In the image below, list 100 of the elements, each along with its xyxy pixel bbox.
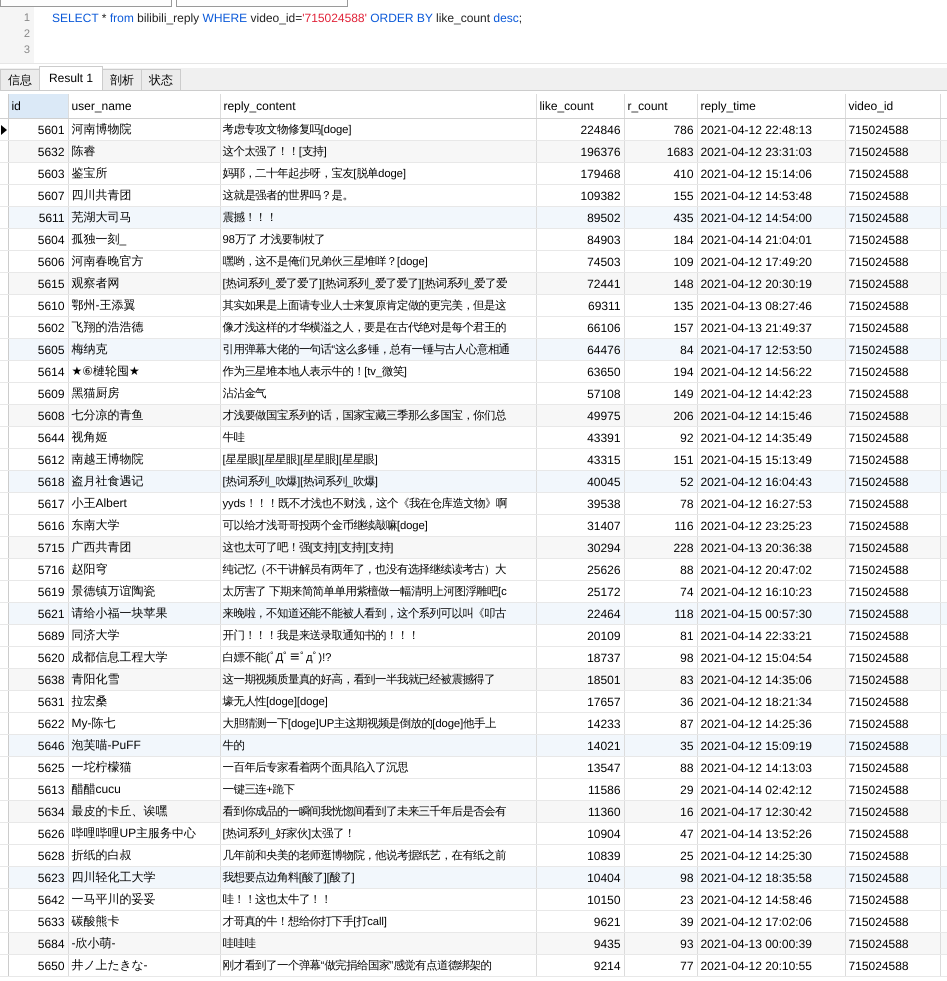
table-cell: 36 xyxy=(624,690,697,712)
column-header[interactable]: reply_content xyxy=(220,94,536,118)
line-number: 1 xyxy=(22,11,31,26)
table-cell: 七分凉的青鱼 xyxy=(68,404,220,426)
table-cell: 69311 xyxy=(536,294,624,316)
table-cell: 715024588 xyxy=(845,668,940,690)
table-cell: 18501 xyxy=(536,668,624,690)
table-cell: 10404 xyxy=(536,866,624,888)
table-cell: [热词系列_爱了爱了][热词系列_爱了爱了][热词系列_爱了爱 xyxy=(220,272,536,294)
table-cell: 2021-04-12 18:35:58 xyxy=(697,866,845,888)
toolbar-field[interactable] xyxy=(0,0,172,7)
column-header[interactable]: user_name xyxy=(68,94,220,118)
table-cell: 2021-04-12 16:04:43 xyxy=(697,470,845,492)
column-header[interactable]: r_count xyxy=(624,94,697,118)
table-cell: 5646 xyxy=(8,734,68,756)
table-cell: 118 xyxy=(624,602,697,624)
table-cell: 这个太强了！！[支持] xyxy=(220,140,536,162)
table-cell: 228 xyxy=(624,536,697,558)
table-cell: 孤独一刻_ xyxy=(68,228,220,250)
table-cell: 我想要点边角料[酸了][酸了] xyxy=(220,866,536,888)
table-cell: 看到你成品的一瞬间我恍惚间看到了未来三千年后是否会有 xyxy=(220,800,536,822)
table-cell: 715024588 xyxy=(845,932,940,954)
table-cell: 83 xyxy=(624,668,697,690)
table-cell: 715024588 xyxy=(845,140,940,162)
table-cell: 5715 xyxy=(8,536,68,558)
table-cell: 206 xyxy=(624,404,697,426)
table-cell: 10150 xyxy=(536,888,624,910)
table-cell: 视角姬 xyxy=(68,426,220,448)
result-tab[interactable]: 剖析 xyxy=(102,69,142,90)
table-cell: 22464 xyxy=(536,602,624,624)
result-tab[interactable]: 状态 xyxy=(141,69,182,90)
table-cell: 715024588 xyxy=(845,734,940,756)
table-cell: 715024588 xyxy=(845,558,940,580)
table-cell: 89502 xyxy=(536,206,624,228)
table-cell: 715024588 xyxy=(845,602,940,624)
table-cell: 2021-04-12 18:21:34 xyxy=(697,690,845,712)
table-cell: 47 xyxy=(624,822,697,844)
table-cell: 2021-04-12 14:13:03 xyxy=(697,756,845,778)
table-cell: 妈耶，二十年起步呀，宝友[脱单doge] xyxy=(220,162,536,184)
table-cell: 2021-04-14 13:52:26 xyxy=(697,822,845,844)
table-cell: 2021-04-12 14:58:46 xyxy=(697,888,845,910)
table-cell: 2021-04-12 20:30:19 xyxy=(697,272,845,294)
table-cell: 5634 xyxy=(8,800,68,822)
table-cell: 5608 xyxy=(8,404,68,426)
table-cell: 同济大学 xyxy=(68,624,220,646)
table-cell: 5631 xyxy=(8,690,68,712)
code-line[interactable]: SELECT * from bilibili_reply WHERE video_id='715024588' ORDER BY like_count desc; xyxy=(52,11,522,25)
table-cell: 715024588 xyxy=(845,360,940,382)
table-cell: 5625 xyxy=(8,756,68,778)
table-cell: 5614 xyxy=(8,360,68,382)
table-cell: 78 xyxy=(624,492,697,514)
column-header[interactable]: like_count xyxy=(536,94,624,118)
table-cell: 194 xyxy=(624,360,697,382)
table-cell: 715024588 xyxy=(845,756,940,778)
table-cell: 11360 xyxy=(536,800,624,822)
table-cell: 715024588 xyxy=(845,822,940,844)
table-cell: 13547 xyxy=(536,756,624,778)
toolbar-field[interactable] xyxy=(176,0,348,7)
table-cell: 2021-04-13 20:36:38 xyxy=(697,536,845,558)
table-cell: 5604 xyxy=(8,228,68,250)
table-cell: 5615 xyxy=(8,272,68,294)
table-cell: 小王Albert xyxy=(68,492,220,514)
column-header[interactable]: video_id xyxy=(845,94,940,118)
table-cell: 牛的 xyxy=(220,734,536,756)
table-cell: 20109 xyxy=(536,624,624,646)
table-cell: 14021 xyxy=(536,734,624,756)
table-cell: 715024588 xyxy=(845,470,940,492)
table-cell: 81 xyxy=(624,624,697,646)
table-cell: 5638 xyxy=(8,668,68,690)
table-cell: 牛哇 xyxy=(220,426,536,448)
table-cell: 5632 xyxy=(8,140,68,162)
table-cell: 715024588 xyxy=(845,888,940,910)
table-cell: 5617 xyxy=(8,492,68,514)
table-cell: 715024588 xyxy=(845,228,940,250)
table-cell: 715024588 xyxy=(845,206,940,228)
table-cell: 2021-04-12 14:15:46 xyxy=(697,404,845,426)
table-cell: 88 xyxy=(624,756,697,778)
table-cell: 四川轻化工大学 xyxy=(68,866,220,888)
table-cell: 才浅要做国宝系列的话，国家宝藏三季那么多国宝，你们总 xyxy=(220,404,536,426)
table-cell: 作为三星堆本地人表示牛的！[tv_微笑] xyxy=(220,360,536,382)
table-cell: 赵阳穹 xyxy=(68,558,220,580)
result-tab[interactable]: 信息 xyxy=(0,69,40,90)
table-cell: 5621 xyxy=(8,602,68,624)
table-cell: 2021-04-12 16:27:53 xyxy=(697,492,845,514)
column-header[interactable]: reply_time xyxy=(697,94,845,118)
table-cell: 陈睿 xyxy=(68,140,220,162)
table-cell: 715024588 xyxy=(845,954,940,976)
table-cell: 鉴宝所 xyxy=(68,162,220,184)
table-cell: 井ノ上たきな- xyxy=(68,954,220,976)
table-cell: 98 xyxy=(624,866,697,888)
table-cell: 5716 xyxy=(8,558,68,580)
table-cell: 盗月社食遇记 xyxy=(68,470,220,492)
table-cell: 2021-04-12 14:35:49 xyxy=(697,426,845,448)
table-cell: 5642 xyxy=(8,888,68,910)
table-cell: 715024588 xyxy=(845,338,940,360)
table-cell: 引用弹幕大佬的一句话“这么多锤，总有一锤与古人心意相通 xyxy=(220,338,536,360)
column-header[interactable]: id xyxy=(8,94,68,118)
result-tab[interactable]: Result 1 xyxy=(39,66,104,90)
table-cell: 拉宏桑 xyxy=(68,690,220,712)
table-cell: ★⑥槤轮囤★ xyxy=(68,360,220,382)
